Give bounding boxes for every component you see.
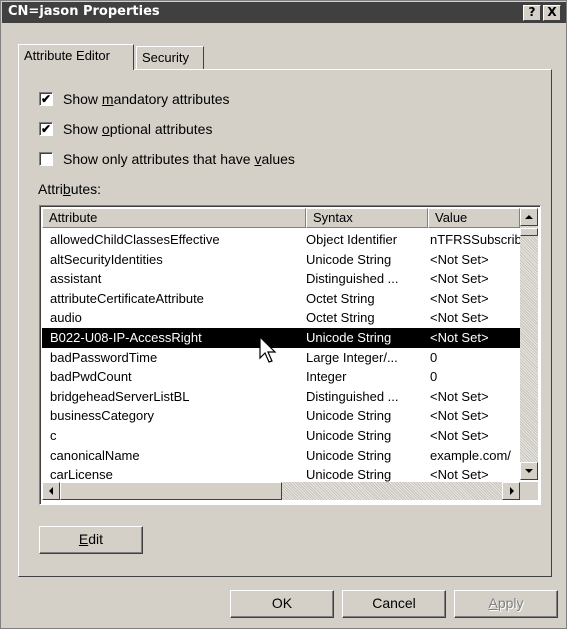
column-header-attribute[interactable]: Attribute [42, 208, 306, 228]
horizontal-scroll-thumb[interactable] [60, 482, 282, 500]
attribute-cell: allowedChildClassesEffective [50, 232, 220, 247]
table-row[interactable]: canonicalName Unicode String example.com/ [42, 446, 520, 466]
scroll-up-button[interactable] [520, 208, 538, 226]
attribute-cell: businessCategory [50, 408, 155, 424]
mouse-cursor-icon [259, 336, 277, 363]
horizontal-scrollbar[interactable] [42, 482, 520, 500]
column-header-syntax[interactable]: Syntax [306, 208, 428, 228]
value-cell: 0 [430, 349, 438, 365]
attribute-cell: assistant [50, 271, 102, 287]
value-cell: <Not Set> [430, 271, 489, 287]
syntax-cell: Integer [306, 369, 347, 385]
syntax-cell: Unicode String [306, 330, 392, 345]
scroll-down-button[interactable] [520, 462, 538, 480]
table-row[interactable]: businessCategory Unicode String <Not Set> [42, 406, 520, 426]
table-row[interactable]: badPwdCount Integer 0 [42, 367, 520, 387]
show-optional-checkbox[interactable]: ✔ [39, 122, 53, 136]
table-row[interactable]: attributeCertificateAttribute Octet Strin… [42, 289, 520, 309]
scroll-right-button[interactable] [502, 482, 520, 500]
title-bar[interactable]: CN=jason Properties ? X [2, 2, 566, 23]
vertical-scroll-thumb[interactable] [520, 228, 538, 236]
attribute-cell: c [50, 428, 57, 443]
syntax-cell: Unicode String [306, 447, 392, 463]
right-arrow-icon [510, 487, 514, 495]
show-only-values-checkbox[interactable] [39, 152, 53, 166]
tab-attribute-editor[interactable]: Attribute Editor [18, 44, 134, 70]
ok-button[interactable]: OK [230, 590, 334, 618]
syntax-cell: Unicode String [306, 408, 392, 424]
down-arrow-icon [525, 469, 533, 473]
up-arrow-icon [525, 215, 533, 219]
apply-button[interactable]: Apply [454, 590, 558, 618]
attributes-label: Attributes: [38, 181, 102, 197]
column-header-value[interactable]: Value [428, 208, 520, 228]
scrollbar-corner [520, 482, 538, 500]
attributes-list[interactable]: Attribute Syntax Value allowedChildClass… [39, 205, 541, 505]
edit-button[interactable]: Edit [39, 526, 143, 554]
value-cell: nTFRSSubscriber [430, 232, 524, 247]
help-button[interactable]: ? [523, 5, 541, 21]
attribute-cell: badPwdCount [50, 369, 132, 385]
attribute-cell: altSecurityIdentities [50, 251, 163, 267]
value-cell: <Not Set> [430, 330, 489, 345]
table-row[interactable]: badPasswordTime Large Integer/... 0 [42, 348, 520, 368]
value-cell: 0 [430, 369, 438, 385]
properties-dialog: CN=jason Properties ? X Attribute Editor… [0, 0, 567, 629]
table-row[interactable]: bridgeheadServerListBL Distinguished ... <… [42, 387, 520, 407]
syntax-cell: Octet String [306, 310, 375, 326]
syntax-cell: Distinguished ... [306, 388, 399, 404]
show-mandatory-checkbox[interactable]: ✔ [39, 92, 53, 106]
window-title: CN=jason Properties [8, 4, 160, 19]
attribute-cell: bridgeheadServerListBL [50, 388, 190, 404]
value-cell: <Not Set> [430, 408, 489, 424]
table-row[interactable]: c Unicode String <Not Set> [42, 426, 520, 446]
show-optional-label: Show optional attributes [63, 121, 213, 137]
table-row[interactable]: altSecurityIdentities Unicode String <Not … [42, 250, 520, 270]
table-row[interactable]: assistant Distinguished ... <Not Set> [42, 269, 520, 289]
value-cell: <Not Set> [430, 310, 489, 326]
value-cell: <Not Set> [430, 251, 489, 267]
table-row[interactable]: audio Octet String <Not Set> [42, 308, 520, 328]
attribute-cell: audio [50, 310, 82, 326]
table-row[interactable]: allowedChildClassesEffective Object Ident… [42, 230, 524, 250]
syntax-cell: Octet String [306, 290, 375, 306]
value-cell: <Not Set> [430, 290, 489, 306]
close-button[interactable]: X [543, 5, 561, 21]
value-cell: <Not Set> [430, 428, 489, 443]
show-mandatory-label: Show mandatory attributes [63, 91, 230, 107]
syntax-cell: Large Integer/... [306, 349, 398, 365]
tab-security[interactable]: Security [136, 46, 204, 70]
cancel-button[interactable]: Cancel [342, 590, 446, 618]
syntax-cell: Unicode String [306, 428, 392, 443]
table-row[interactable]: B022-U08-IP-AccessRight Unicode String <No… [42, 328, 520, 348]
value-cell: <Not Set> [430, 388, 489, 404]
scroll-left-button[interactable] [42, 482, 60, 500]
attribute-cell: canonicalName [50, 447, 140, 463]
syntax-cell: Object Identifier [306, 232, 398, 247]
value-cell: example.com/ [430, 447, 511, 463]
syntax-cell: Distinguished ... [306, 271, 399, 287]
vertical-scrollbar[interactable] [520, 208, 538, 480]
syntax-cell: Unicode String [306, 251, 392, 267]
attribute-cell: attributeCertificateAttribute [50, 290, 204, 306]
show-only-values-label: Show only attributes that have values [63, 151, 295, 167]
left-arrow-icon [49, 487, 53, 495]
